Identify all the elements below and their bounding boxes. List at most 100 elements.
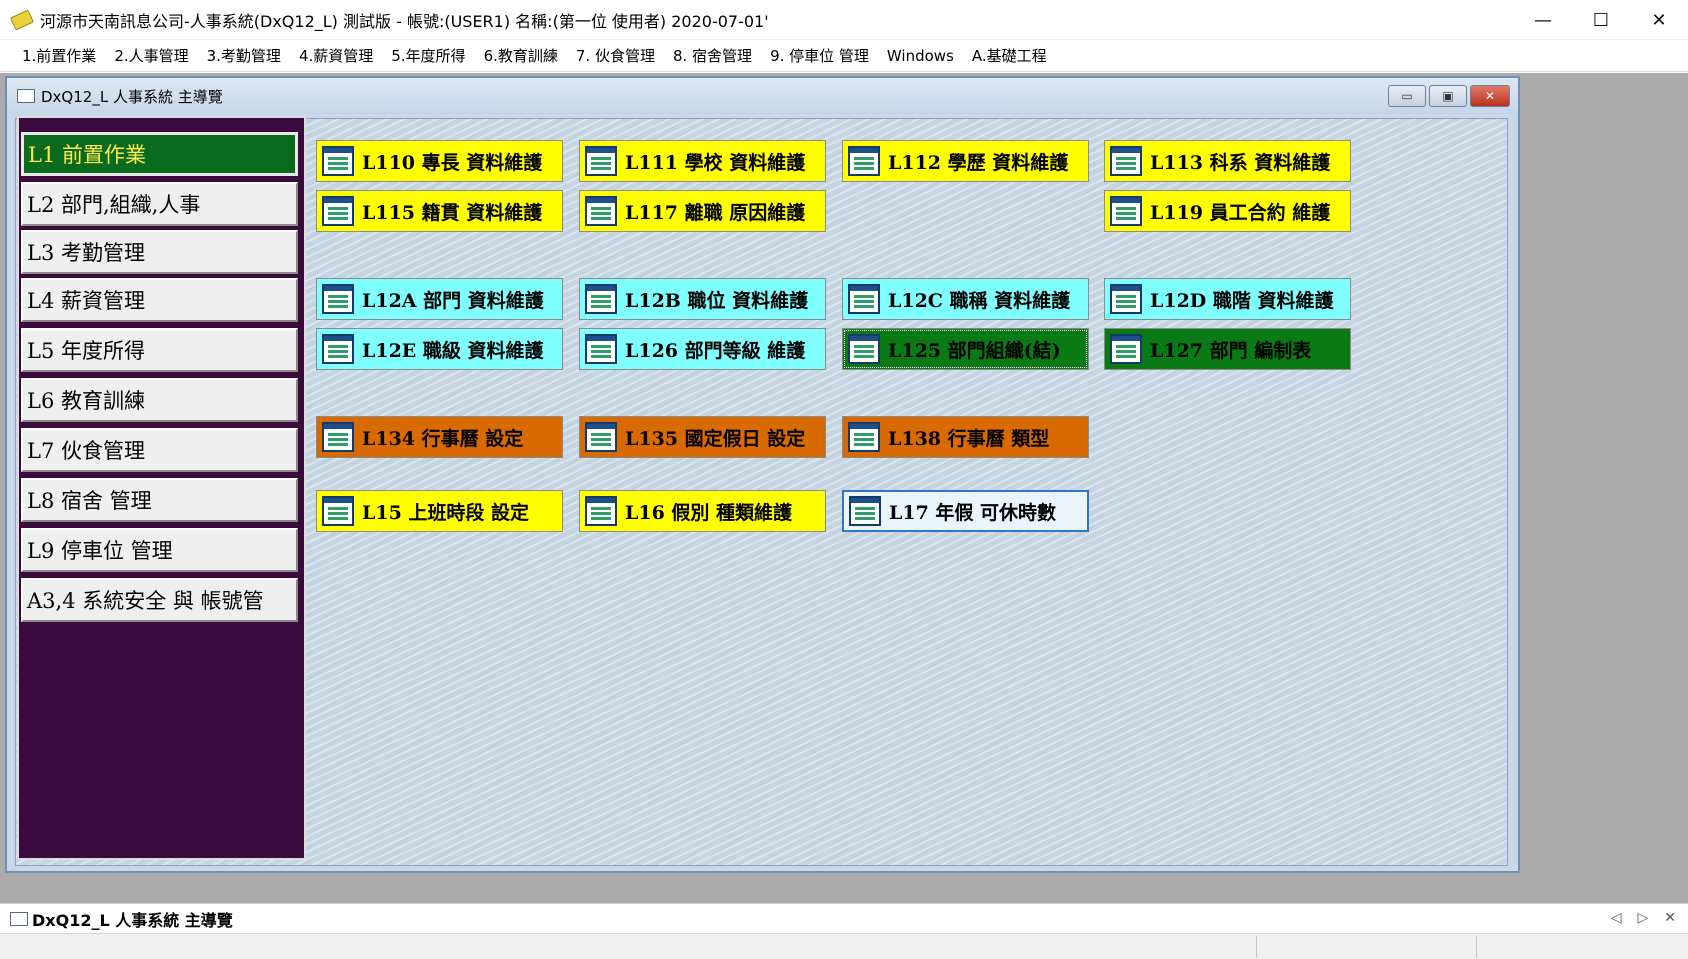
child-close-button[interactable]: ✕ [1470, 85, 1510, 107]
tab-next-icon[interactable]: ▷ [1637, 910, 1648, 926]
tile-label: L111 學校 資料維護 [625, 151, 806, 174]
tile-l110[interactable]: L110 專長 資料維護 [316, 140, 563, 182]
tile-l115[interactable]: L115 籍貫 資料維護 [316, 190, 563, 232]
menu-item-meals[interactable]: 7. 伙食管理 [576, 45, 655, 66]
tile-label: L17 年假 可休時數 [889, 501, 1057, 524]
menu-item-base[interactable]: A.基礎工程 [972, 45, 1047, 66]
module-sidebar: L1 前置作業 L2 部門,組織,人事 L3 考勤管理 L4 薪資管理 L5 年… [17, 116, 306, 860]
sidebar-item-l3[interactable]: L3 考勤管理 [21, 230, 298, 274]
form-icon [10, 911, 28, 926]
tile-l125[interactable]: L125 部門組織(結) [842, 328, 1089, 370]
sidebar-item-l9[interactable]: L9 停車位 管理 [21, 528, 298, 572]
tile-l113[interactable]: L113 科系 資料維護 [1104, 140, 1351, 182]
form-icon [1110, 196, 1142, 226]
sidebar-item-l7[interactable]: L7 伙食管理 [21, 428, 298, 472]
maximize-button[interactable]: ☐ [1572, 0, 1630, 40]
form-icon [585, 284, 617, 314]
tile-l138[interactable]: L138 行事曆 類型 [842, 416, 1089, 458]
form-icon [849, 496, 881, 526]
tile-label: L12A 部門 資料維護 [362, 289, 544, 312]
tile-label: L12E 職級 資料維護 [362, 339, 544, 362]
form-icon [1110, 284, 1142, 314]
tile-l111[interactable]: L111 學校 資料維護 [579, 140, 826, 182]
sidebar-item-l8[interactable]: L8 宿舍 管理 [21, 478, 298, 522]
window-controls: — ☐ ✕ [1514, 0, 1688, 40]
form-icon [322, 422, 354, 452]
sidebar-item-l5[interactable]: L5 年度所得 [21, 328, 298, 372]
tile-l15[interactable]: L15 上班時段 設定 [316, 490, 563, 532]
form-icon [585, 422, 617, 452]
menu-item-attendance[interactable]: 3.考勤管理 [207, 45, 281, 66]
menu-item-front[interactable]: 1.前置作業 [22, 45, 96, 66]
form-icon [1110, 146, 1142, 176]
form-icon [848, 422, 880, 452]
form-icon [322, 284, 354, 314]
tab-close-icon[interactable]: ✕ [1664, 910, 1676, 926]
menu-item-annual-income[interactable]: 5.年度所得 [391, 45, 465, 66]
status-bar [0, 933, 1688, 959]
status-divider [1476, 936, 1477, 958]
child-title-bar[interactable]: DxQ12_L 人事系統 主導覽 ▭ ▣ ✕ [7, 78, 1518, 114]
tile-label: L126 部門等級 維護 [625, 339, 806, 362]
tile-label: L113 科系 資料維護 [1150, 151, 1331, 174]
menu-item-dorm[interactable]: 8. 宿舍管理 [673, 45, 752, 66]
tile-label: L12D 職階 資料維護 [1150, 289, 1334, 312]
sidebar-item-l6[interactable]: L6 教育訓練 [21, 378, 298, 422]
app-icon [9, 8, 35, 31]
form-icon [585, 334, 617, 364]
menu-item-windows[interactable]: Windows [887, 47, 954, 65]
menu-item-hr[interactable]: 2.人事管理 [114, 45, 188, 66]
sidebar-item-a34[interactable]: A3,4 系統安全 與 帳號管 [21, 578, 298, 622]
tile-l119[interactable]: L119 員工合約 維護 [1104, 190, 1351, 232]
tile-l134[interactable]: L134 行事曆 設定 [316, 416, 563, 458]
tile-label: L112 學歷 資料維護 [888, 151, 1069, 174]
form-icon [585, 196, 617, 226]
title-bar: 河源市天南訊息公司-人事系統(DxQ12_L) 測試版 - 帳號:(USER1)… [0, 0, 1688, 40]
tile-l16[interactable]: L16 假別 種類維護 [579, 490, 826, 532]
close-button[interactable]: ✕ [1630, 0, 1688, 40]
mdi-tab-bar: DxQ12_L 人事系統 主導覽 ◁ ▷ ✕ [0, 903, 1688, 933]
sidebar-item-l1[interactable]: L1 前置作業 [21, 132, 298, 176]
tile-l126[interactable]: L126 部門等級 維護 [579, 328, 826, 370]
tile-l12a[interactable]: L12A 部門 資料維護 [316, 278, 563, 320]
child-window-title: DxQ12_L 人事系統 主導覽 [41, 87, 223, 106]
tile-label: L15 上班時段 設定 [362, 501, 530, 524]
tile-label: L119 員工合約 維護 [1150, 201, 1331, 224]
tile-l12d[interactable]: L12D 職階 資料維護 [1104, 278, 1351, 320]
tile-l12e[interactable]: L12E 職級 資料維護 [316, 328, 563, 370]
tile-l135[interactable]: L135 國定假日 設定 [579, 416, 826, 458]
form-icon [848, 146, 880, 176]
tile-l12c[interactable]: L12C 職稱 資料維護 [842, 278, 1089, 320]
sidebar-item-l2[interactable]: L2 部門,組織,人事 [21, 182, 298, 226]
tile-label: L110 專長 資料維護 [362, 151, 543, 174]
tile-l12b[interactable]: L12B 職位 資料維護 [579, 278, 826, 320]
menu-item-payroll[interactable]: 4.薪資管理 [299, 45, 373, 66]
tile-label: L16 假別 種類維護 [625, 501, 793, 524]
tile-label: L12B 職位 資料維護 [625, 289, 809, 312]
child-restore-button[interactable]: ▣ [1429, 85, 1467, 107]
tile-l117[interactable]: L117 離職 原因維護 [579, 190, 826, 232]
menu-item-parking[interactable]: 9. 停車位 管理 [770, 45, 869, 66]
tile-label: L135 國定假日 設定 [625, 427, 806, 450]
form-icon [322, 334, 354, 364]
window-title: 河源市天南訊息公司-人事系統(DxQ12_L) 測試版 - 帳號:(USER1)… [40, 11, 769, 31]
menu-bar: 1.前置作業 2.人事管理 3.考勤管理 4.薪資管理 5.年度所得 6.教育訓… [0, 40, 1688, 72]
sidebar-item-l4[interactable]: L4 薪資管理 [21, 278, 298, 322]
tile-label: L127 部門 編制表 [1150, 339, 1312, 362]
tile-l127[interactable]: L127 部門 編制表 [1104, 328, 1351, 370]
menu-item-training[interactable]: 6.教育訓練 [484, 45, 558, 66]
minimize-button[interactable]: — [1514, 0, 1572, 40]
tab-main-navigator[interactable]: DxQ12_L 人事系統 主導覽 [32, 907, 233, 931]
tab-prev-icon[interactable]: ◁ [1611, 910, 1622, 926]
form-icon [848, 334, 880, 364]
status-divider [1256, 936, 1257, 958]
tile-label: L134 行事曆 設定 [362, 427, 524, 450]
form-icon [17, 89, 35, 103]
form-icon [585, 146, 617, 176]
tile-l17[interactable]: L17 年假 可休時數 [842, 490, 1089, 532]
tab-nav: ◁ ▷ ✕ [1611, 910, 1676, 926]
child-minimize-button[interactable]: ▭ [1388, 85, 1426, 107]
tile-l112[interactable]: L112 學歷 資料維護 [842, 140, 1089, 182]
tile-label: L115 籍貫 資料維護 [362, 201, 543, 224]
tile-label: L12C 職稱 資料維護 [888, 289, 1071, 312]
